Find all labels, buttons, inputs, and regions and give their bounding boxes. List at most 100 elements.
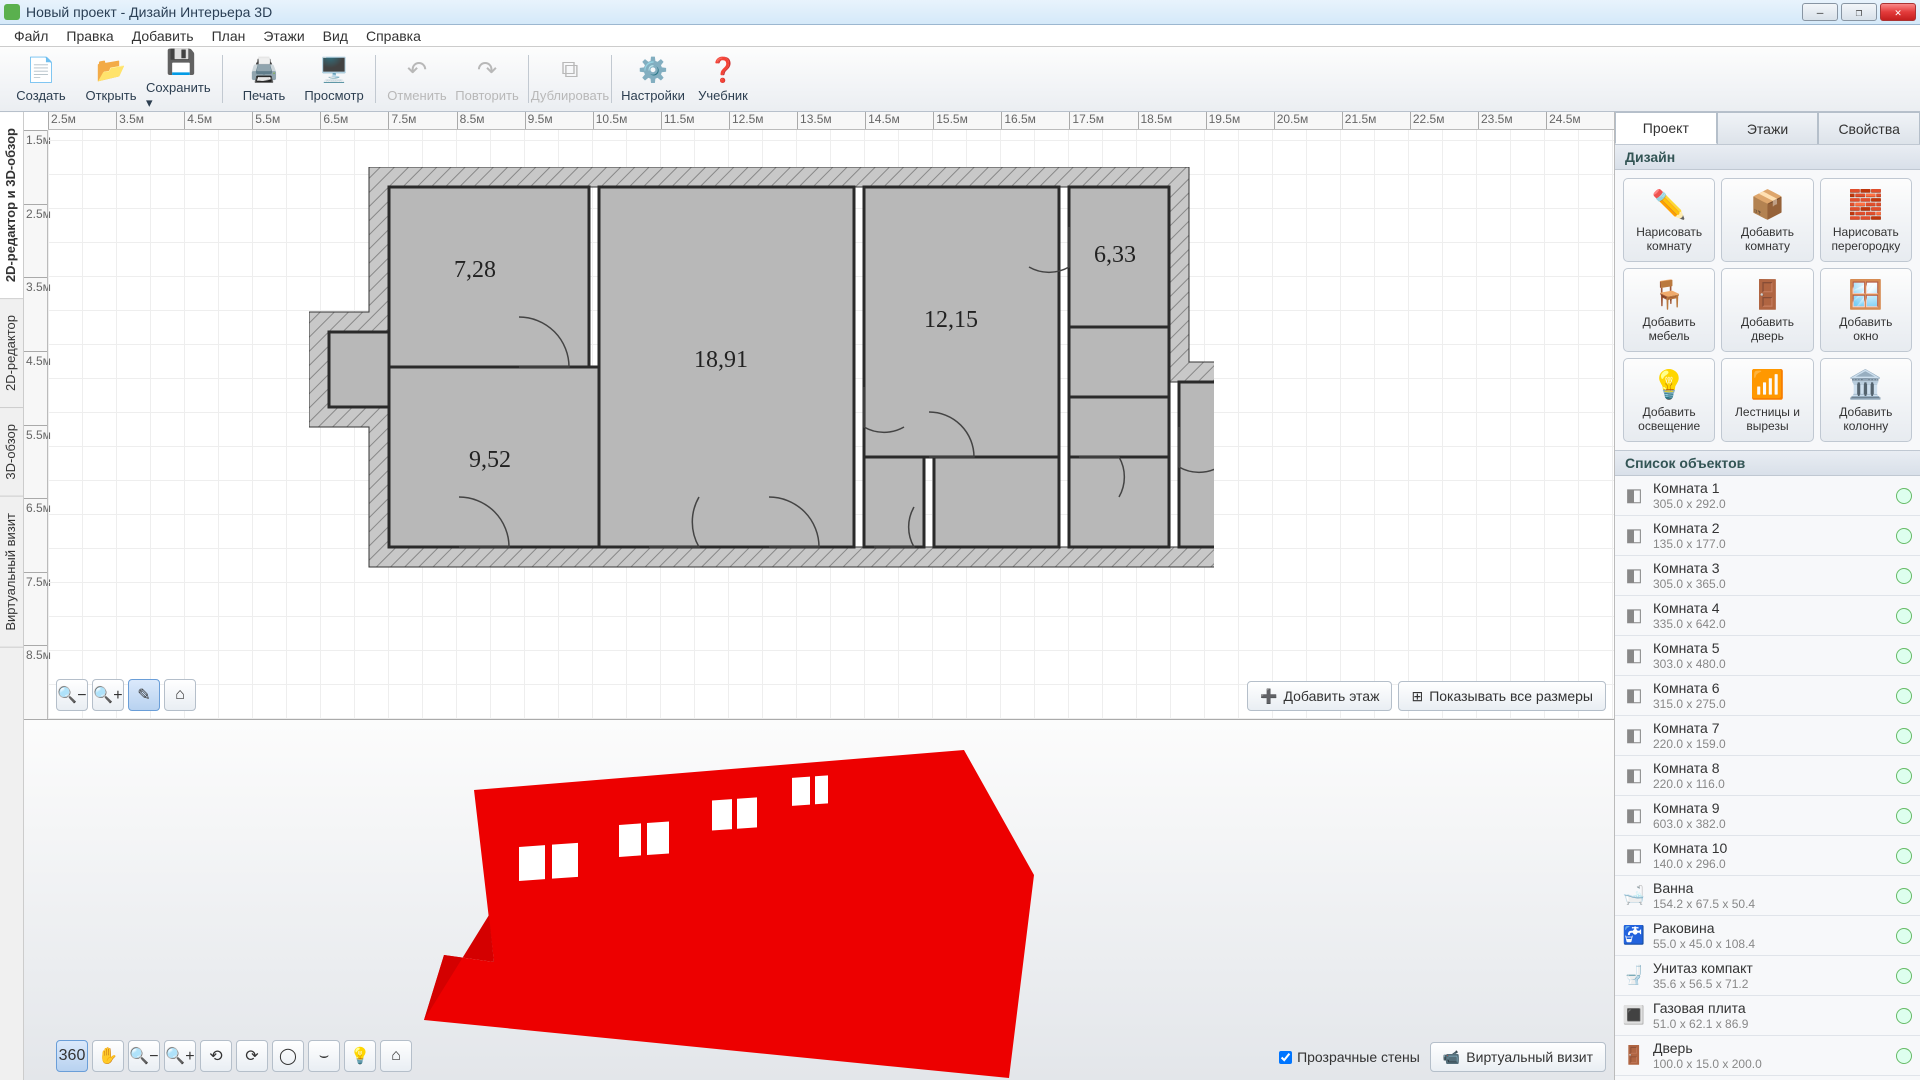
visibility-toggle-icon[interactable] — [1896, 888, 1912, 904]
vtab-1[interactable]: 2D-редактор — [0, 299, 23, 408]
home-icon[interactable]: ⌂ — [380, 1040, 412, 1072]
visibility-toggle-icon[interactable] — [1896, 968, 1912, 984]
rotate-x-icon[interactable]: ⟲ — [200, 1040, 232, 1072]
zoom-out-icon[interactable]: 🔍− — [128, 1040, 160, 1072]
close-button[interactable]: ✕ — [1880, 3, 1916, 21]
zoom-out-icon[interactable]: 🔍− — [56, 679, 88, 711]
ellipse-icon[interactable]: ◯ — [272, 1040, 304, 1072]
menu-Вид[interactable]: Вид — [315, 26, 356, 46]
add-floor-button[interactable]: ➕Добавить этаж — [1247, 681, 1392, 711]
object-item[interactable]: ◧Комната 6315.0 x 275.0 — [1615, 676, 1920, 716]
zoom-in-icon[interactable]: 🔍+ — [164, 1040, 196, 1072]
vtab-2[interactable]: 3D-обзор — [0, 408, 23, 497]
object-item[interactable]: ◧Комната 5303.0 x 480.0 — [1615, 636, 1920, 676]
object-item[interactable]: ◧Комната 1305.0 x 292.0 — [1615, 476, 1920, 516]
object-item[interactable]: ◧Комната 10140.0 x 296.0 — [1615, 836, 1920, 876]
arc-down-icon[interactable]: ⌣ — [308, 1040, 340, 1072]
object-item[interactable]: 🚰Раковина55.0 x 45.0 x 108.4 — [1615, 916, 1920, 956]
tool-add-light[interactable]: 💡Добавить освещение — [1623, 358, 1715, 442]
toolbar-redo: ↷Повторить — [452, 50, 522, 108]
menu-Этажи[interactable]: Этажи — [255, 26, 312, 46]
object-item[interactable]: ◧Комната 2135.0 x 177.0 — [1615, 516, 1920, 556]
visibility-toggle-icon[interactable] — [1896, 1008, 1912, 1024]
object-item[interactable]: ◧Комната 7220.0 x 159.0 — [1615, 716, 1920, 756]
toolbar-tutorial[interactable]: ❓Учебник — [688, 50, 758, 108]
visibility-toggle-icon[interactable] — [1896, 728, 1912, 744]
object-item[interactable]: ◧Комната 3305.0 x 365.0 — [1615, 556, 1920, 596]
tool-add-door[interactable]: 🚪Добавить дверь — [1721, 268, 1813, 352]
tool-draw-room[interactable]: ✏️Нарисовать комнату — [1623, 178, 1715, 262]
object-item[interactable]: 🛁Ванна154.2 x 67.5 x 50.4 — [1615, 876, 1920, 916]
visibility-toggle-icon[interactable] — [1896, 688, 1912, 704]
object-dimensions: 35.6 x 56.5 x 71.2 — [1653, 977, 1888, 991]
menu-Правка[interactable]: Правка — [58, 26, 121, 46]
rtab-Свойства[interactable]: Свойства — [1818, 112, 1920, 144]
minimize-button[interactable]: — — [1802, 3, 1838, 21]
object-dimensions: 55.0 x 45.0 x 108.4 — [1653, 937, 1888, 951]
tool-add-column[interactable]: 🏛️Добавить колонну — [1820, 358, 1912, 442]
pan-icon[interactable]: ✋ — [92, 1040, 124, 1072]
show-dimensions-button[interactable]: ⊞Показывать все размеры — [1398, 681, 1606, 711]
tool-add-window[interactable]: 🪟Добавить окно — [1820, 268, 1912, 352]
object-name: Ванна — [1653, 880, 1888, 897]
object-item[interactable]: ◧Комната 9603.0 x 382.0 — [1615, 796, 1920, 836]
toolbar-preview[interactable]: 🖥️Просмотр — [299, 50, 369, 108]
object-item[interactable]: ◧Комната 8220.0 x 116.0 — [1615, 756, 1920, 796]
visibility-toggle-icon[interactable] — [1896, 488, 1912, 504]
ruler-horizontal: 2.5м3.5м4.5м5.5м6.5м7.5м8.5м9.5м10.5м11.… — [48, 112, 1614, 130]
rtab-Проект[interactable]: Проект — [1615, 112, 1717, 144]
rotate-y-icon[interactable]: ⟳ — [236, 1040, 268, 1072]
object-dimensions: 315.0 x 275.0 — [1653, 697, 1888, 711]
vtab-0[interactable]: 2D-редактор и 3D-обзор — [0, 112, 23, 299]
tool-draw-partition[interactable]: 🧱Нарисовать перегородку — [1820, 178, 1912, 262]
object-item[interactable]: 🚽Унитаз компакт35.6 x 56.5 x 71.2 — [1615, 956, 1920, 996]
visibility-toggle-icon[interactable] — [1896, 808, 1912, 824]
visibility-toggle-icon[interactable] — [1896, 648, 1912, 664]
object-dimensions: 305.0 x 292.0 — [1653, 497, 1888, 511]
transparent-walls-checkbox[interactable]: Прозрачные стены — [1279, 1049, 1420, 1065]
edit-icon[interactable]: ✎ — [128, 679, 160, 711]
visibility-toggle-icon[interactable] — [1896, 1048, 1912, 1064]
vtab-3[interactable]: Виртуальный визит — [0, 497, 23, 648]
visibility-toggle-icon[interactable] — [1896, 848, 1912, 864]
toolbar-print[interactable]: 🖨️Печать — [229, 50, 299, 108]
visibility-toggle-icon[interactable] — [1896, 928, 1912, 944]
rtab-Этажи[interactable]: Этажи — [1717, 112, 1819, 144]
zoom-in-icon[interactable]: 🔍+ — [92, 679, 124, 711]
toolbar-save[interactable]: 💾Сохранить ▾ — [146, 50, 216, 108]
object-icon: ◧ — [1623, 845, 1645, 867]
visibility-toggle-icon[interactable] — [1896, 528, 1912, 544]
menu-Добавить[interactable]: Добавить — [124, 26, 202, 46]
object-item[interactable]: ◧Комната 4335.0 x 642.0 — [1615, 596, 1920, 636]
menu-План[interactable]: План — [204, 26, 254, 46]
tool-add-furniture[interactable]: 🪑Добавить мебель — [1623, 268, 1715, 352]
objects-section-header: Список объектов — [1615, 450, 1920, 476]
object-name: Комната 7 — [1653, 720, 1888, 737]
visibility-toggle-icon[interactable] — [1896, 568, 1912, 584]
toolbar-create[interactable]: 📄Создать — [6, 50, 76, 108]
toolbar-open[interactable]: 📂Открыть — [76, 50, 146, 108]
tutorial-icon: ❓ — [708, 55, 738, 85]
toolbar-settings[interactable]: ⚙️Настройки — [618, 50, 688, 108]
window-title: Новый проект - Дизайн Интерьера 3D — [26, 4, 1802, 20]
object-item[interactable]: 🔳Газовая плита51.0 x 62.1 x 86.9 — [1615, 996, 1920, 1036]
object-item[interactable]: 🚪Дверь100.0 x 15.0 x 200.0 — [1615, 1036, 1920, 1076]
home-icon[interactable]: ⌂ — [164, 679, 196, 711]
menu-Файл[interactable]: Файл — [6, 26, 56, 46]
right-panel: ПроектЭтажиСвойства Дизайн ✏️Нарисовать … — [1614, 112, 1920, 1080]
view-2d[interactable]: 2.5м3.5м4.5м5.5м6.5м7.5м8.5м9.5м10.5м11.… — [24, 112, 1614, 720]
object-name: Газовая плита — [1653, 1000, 1888, 1017]
menu-Справка[interactable]: Справка — [358, 26, 429, 46]
visibility-toggle-icon[interactable] — [1896, 608, 1912, 624]
tool-stairs[interactable]: 📶Лестницы и вырезы — [1721, 358, 1813, 442]
virtual-visit-button[interactable]: 📹Виртуальный визит — [1430, 1042, 1606, 1072]
maximize-button[interactable]: ❐ — [1841, 3, 1877, 21]
create-icon: 📄 — [26, 55, 56, 85]
add-room-icon: 📦 — [1750, 188, 1785, 221]
floor-plan[interactable]: 7,28 18,91 12,15 6,33 9,52 — [309, 167, 1214, 612]
light-icon[interactable]: 💡 — [344, 1040, 376, 1072]
tool-add-room[interactable]: 📦Добавить комнату — [1721, 178, 1813, 262]
orbit-icon[interactable]: 360 — [56, 1040, 88, 1072]
visibility-toggle-icon[interactable] — [1896, 768, 1912, 784]
view-3d[interactable]: 360 ✋ 🔍− 🔍+ ⟲ ⟳ ◯ ⌣ 💡 ⌂ Прозрачные стены… — [24, 720, 1614, 1080]
